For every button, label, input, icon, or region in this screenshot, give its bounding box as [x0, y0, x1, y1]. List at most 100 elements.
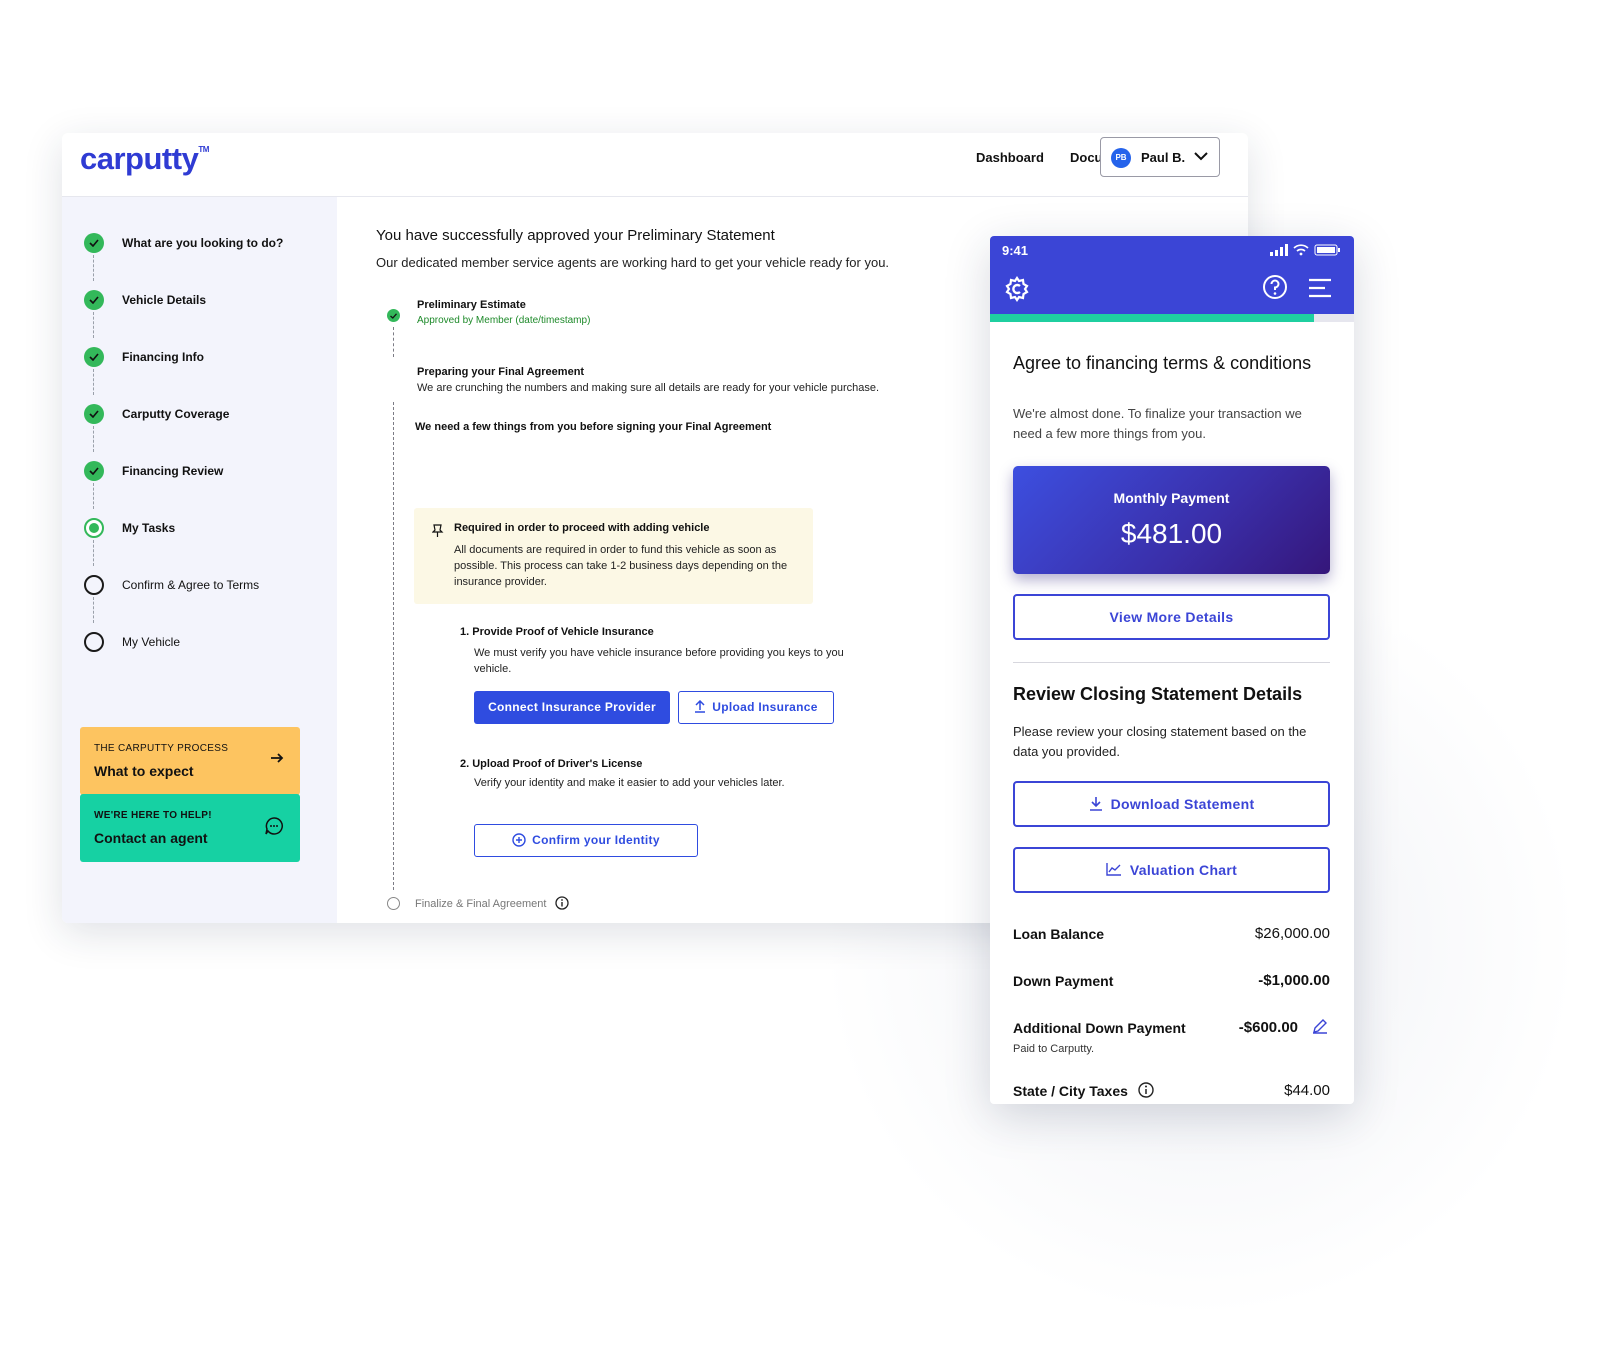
- step-label: My Tasks: [122, 521, 176, 535]
- connect-insurance-button[interactable]: Connect Insurance Provider: [474, 691, 670, 724]
- empty-circle-icon: [84, 632, 104, 652]
- loan-balance-value: $26,000.00: [1254, 925, 1330, 942]
- chevron-down-icon: [1194, 152, 1208, 161]
- upload-insurance-button[interactable]: Upload Insurance: [678, 691, 834, 724]
- check-icon: [84, 347, 104, 367]
- step-connector: [93, 426, 94, 452]
- mobile-header: 9:41: [990, 236, 1354, 314]
- line-chart-icon: [1106, 863, 1121, 876]
- check-icon: [84, 461, 104, 481]
- required-desc: All documents are required in order to f…: [454, 544, 788, 588]
- additional-down-value: -$600.00: [1238, 1019, 1298, 1036]
- task1-title: 1. Provide Proof of Vehicle Insurance: [460, 626, 654, 638]
- carputty-gear-logo-icon[interactable]: [1004, 276, 1030, 302]
- monthly-payment-card: Monthly Payment $481.00: [1013, 466, 1330, 574]
- top-navbar: carputtyTM Dashboard Documents PB Paul B…: [62, 133, 1248, 197]
- taxes-label-text: State / City Taxes: [1013, 1083, 1128, 1099]
- plus-circle-icon: [512, 833, 526, 847]
- step-connector: [93, 540, 94, 566]
- check-icon: [387, 309, 400, 322]
- download-icon: [1089, 796, 1102, 811]
- page-subtitle: Our dedicated member service agents are …: [376, 255, 890, 270]
- prelim-title: Preliminary Estimate: [417, 299, 526, 311]
- promo-kicker: WE'RE HERE TO HELP!: [94, 810, 212, 821]
- pin-icon: [432, 524, 444, 537]
- step-label: Confirm & Agree to Terms: [122, 578, 260, 592]
- step-label: My Vehicle: [122, 635, 181, 649]
- step-connector: [93, 369, 94, 395]
- check-icon: [84, 404, 104, 424]
- confirm-identity-button[interactable]: Confirm your Identity: [474, 824, 698, 857]
- required-title: Required in order to proceed with adding…: [454, 522, 710, 534]
- status-icons: [1270, 244, 1340, 256]
- timeline-line: [393, 327, 394, 357]
- promo-kicker: THE CARPUTTY PROCESS: [94, 743, 229, 754]
- review-title: Review Closing Statement Details: [1013, 684, 1303, 704]
- confirm-identity-label: Confirm your Identity: [532, 833, 660, 847]
- step-connector: [93, 255, 94, 281]
- download-statement-button[interactable]: Download Statement: [1013, 781, 1330, 827]
- current-step-icon: [84, 518, 104, 538]
- step-label: Financing Review: [122, 464, 224, 478]
- avatar: PB: [1111, 148, 1131, 168]
- download-statement-label: Download Statement: [1110, 796, 1255, 812]
- task1-desc: We must verify you have vehicle insuranc…: [474, 647, 844, 675]
- info-icon[interactable]: [554, 896, 569, 910]
- final-agreement-step: Finalize & Final Agreement: [415, 896, 569, 911]
- preparing-title: Preparing your Final Agreement: [417, 366, 585, 378]
- status-time: 9:41: [1002, 243, 1029, 258]
- review-desc: Please review your closing statement bas…: [1013, 724, 1307, 759]
- valuation-chart-button[interactable]: Valuation Chart: [1013, 847, 1330, 893]
- divider: [1013, 662, 1330, 663]
- preparing-desc: We are crunching the numbers and making …: [417, 382, 880, 394]
- upload-icon: [695, 700, 706, 714]
- promo-contact-agent[interactable]: WE'RE HERE TO HELP! Contact an agent: [80, 794, 300, 862]
- check-icon: [84, 233, 104, 253]
- step-connector: [93, 312, 94, 338]
- user-name: Paul B.: [1141, 150, 1186, 165]
- phone-title: Agree to financing terms & conditions: [1013, 353, 1312, 373]
- progress-fill: [990, 314, 1314, 322]
- edit-pencil-icon[interactable]: [1312, 1018, 1328, 1034]
- task2-desc: Verify your identity and make it easier …: [474, 777, 785, 789]
- user-menu-button[interactable]: PB Paul B.: [1100, 137, 1220, 177]
- need-title: We need a few things from you before sig…: [415, 421, 772, 433]
- step-label: Carputty Coverage: [122, 407, 230, 421]
- empty-circle-icon: [387, 897, 400, 910]
- menu-icon[interactable]: [1308, 278, 1332, 298]
- down-payment-value: -$1,000.00: [1258, 972, 1330, 989]
- page-title: You have successfully approved your Prel…: [376, 227, 775, 244]
- step-label: What are you looking to do?: [122, 236, 284, 250]
- promo-title: Contact an agent: [94, 830, 208, 846]
- requirement-notice: Required in order to proceed with adding…: [414, 508, 813, 604]
- mobile-screen: 9:41 Agree to financing terms & conditio…: [990, 236, 1354, 1104]
- chat-bubble-icon: [265, 817, 283, 835]
- info-icon[interactable]: [1138, 1082, 1154, 1098]
- final-agreement-label: Finalize & Final Agreement: [415, 897, 547, 910]
- nav-dashboard[interactable]: Dashboard: [976, 150, 1044, 165]
- progress-bar: [990, 314, 1354, 322]
- step-label: Financing Info: [122, 350, 204, 364]
- sidebar: What are you looking to do? Vehicle Deta…: [62, 197, 337, 923]
- step-connector: [93, 483, 94, 509]
- view-details-button[interactable]: View More Details: [1013, 594, 1330, 640]
- promo-title: What to expect: [94, 763, 194, 779]
- timeline-line: [393, 402, 394, 890]
- empty-circle-icon: [84, 575, 104, 595]
- monthly-payment-value: $481.00: [1120, 518, 1223, 549]
- additional-down-label: Additional Down Payment: [1013, 1020, 1186, 1036]
- additional-down-note: Paid to Carputty.: [1013, 1043, 1095, 1055]
- check-icon: [84, 290, 104, 310]
- step-connector: [93, 597, 94, 623]
- phone-intro: We're almost done. To finalize your tran…: [1013, 406, 1302, 441]
- taxes-value: $44.00: [1284, 1082, 1330, 1099]
- down-payment-label: Down Payment: [1013, 973, 1114, 989]
- upload-insurance-label: Upload Insurance: [712, 700, 818, 714]
- monthly-payment-label: Monthly Payment: [1113, 490, 1230, 506]
- task2-title: 2. Upload Proof of Driver's License: [460, 758, 643, 770]
- prelim-status: Approved by Member (date/timestamp): [417, 315, 591, 326]
- taxes-label: State / City Taxes: [1013, 1082, 1154, 1100]
- help-icon[interactable]: [1262, 274, 1288, 300]
- promo-what-to-expect[interactable]: THE CARPUTTY PROCESS What to expect: [80, 727, 300, 795]
- carputty-logo[interactable]: carputtyTM: [80, 141, 209, 177]
